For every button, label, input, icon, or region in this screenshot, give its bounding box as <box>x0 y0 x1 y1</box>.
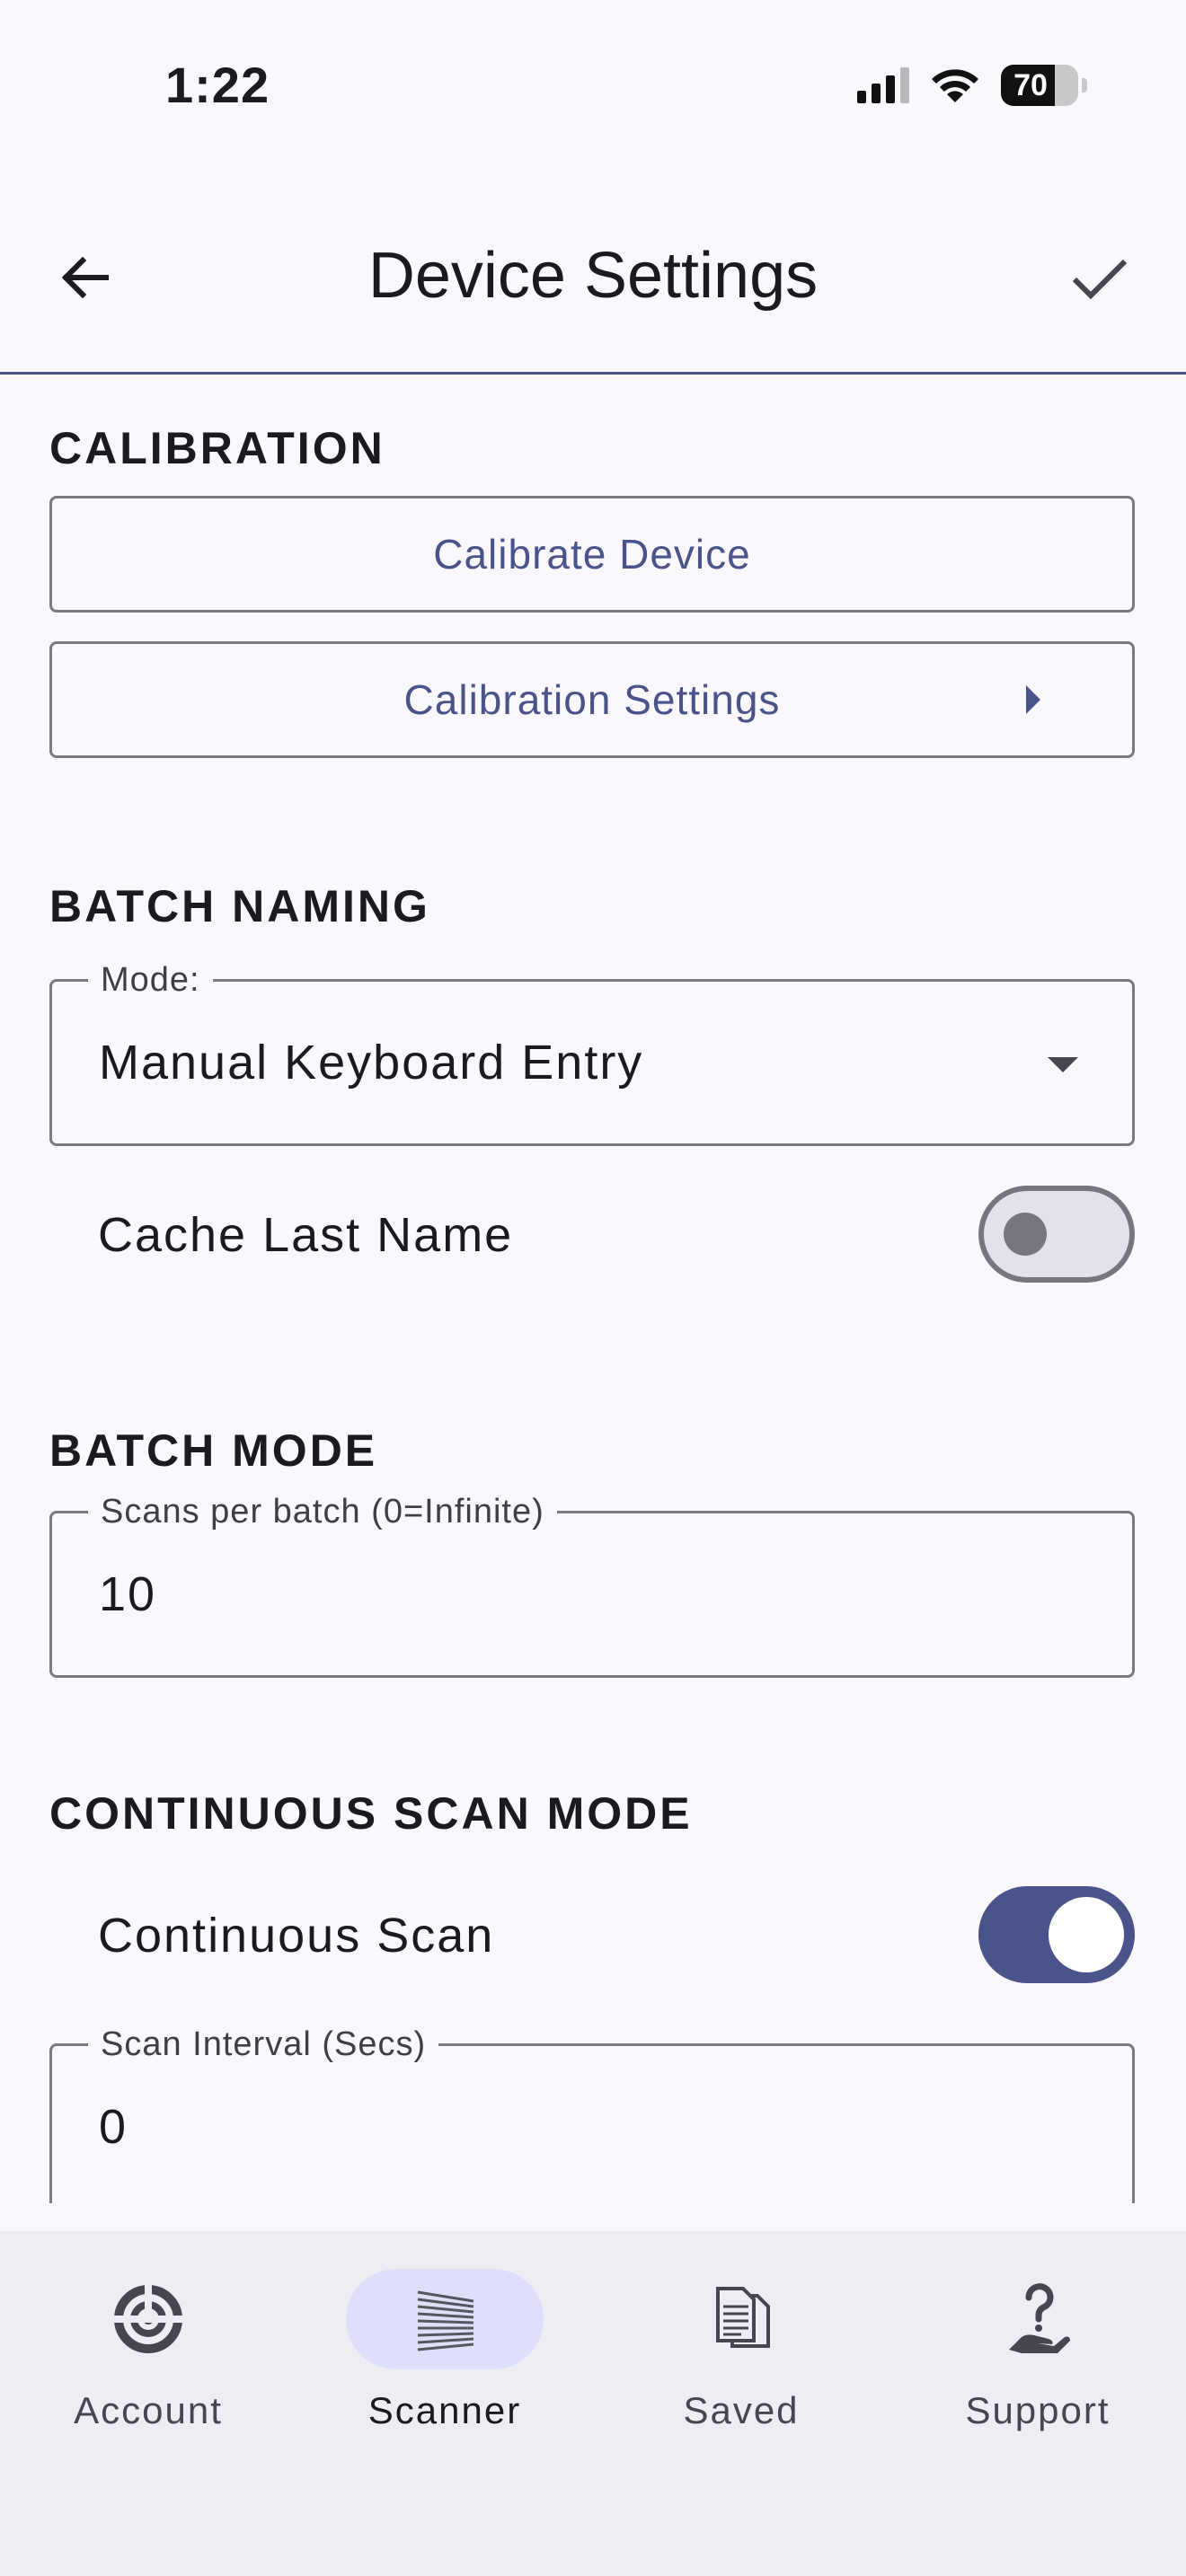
documents-icon <box>716 2287 770 2348</box>
nav-label-scanner: Scanner <box>367 2389 522 2431</box>
scans-per-batch-value[interactable]: 10 <box>99 1513 156 1675</box>
calibration-settings-label: Calibration Settings <box>403 676 781 723</box>
section-header-batch-mode: BATCH MODE <box>49 1425 378 1476</box>
scan-interval-field[interactable]: Scan Interval (Secs) 0 <box>49 2025 1135 2203</box>
cache-last-name-row: Cache Last Name <box>49 1186 1135 1284</box>
scans-per-batch-field[interactable]: Scans per batch (0=Infinite) 10 <box>49 1492 1135 1678</box>
cellular-signal-icon <box>857 67 909 103</box>
calibration-settings-button[interactable]: Calibration Settings <box>49 641 1135 758</box>
battery-icon: 70 <box>1001 65 1078 106</box>
help-hand-icon <box>1009 2283 1070 2353</box>
scans-per-batch-label: Scans per batch (0=Infinite) <box>88 1492 557 1531</box>
calibrate-device-label: Calibrate Device <box>433 531 751 578</box>
continuous-scan-label: Continuous Scan <box>98 1909 495 1963</box>
calibrate-device-button[interactable]: Calibrate Device <box>49 496 1135 613</box>
target-icon <box>112 2283 184 2353</box>
nav-label-saved: Saved <box>683 2389 800 2431</box>
battery-cap <box>1082 78 1087 93</box>
status-time: 1:22 <box>165 57 270 113</box>
dropdown-arrow-icon <box>1048 1057 1078 1072</box>
nav-label-support: Support <box>965 2389 1111 2431</box>
section-header-batch-naming: BATCH NAMING <box>49 881 430 931</box>
settings-content[interactable]: CALIBRATION Calibrate Device Calibration… <box>0 375 1186 2203</box>
cache-last-name-toggle[interactable] <box>978 1186 1135 1283</box>
nav-item-account[interactable]: Account <box>0 2269 296 2448</box>
status-bar: 1:22 70 <box>0 0 1186 171</box>
wifi-icon <box>932 69 978 102</box>
toggle-knob <box>1049 1897 1124 1972</box>
mode-dropdown[interactable]: Mode: Manual Keyboard Entry <box>49 960 1135 1146</box>
app-bar: Device Settings <box>0 171 1186 375</box>
status-icons: 70 <box>857 65 1087 106</box>
nav-item-support[interactable]: Support <box>890 2269 1186 2448</box>
chevron-right-icon <box>1026 685 1040 714</box>
page-title: Device Settings <box>367 240 819 312</box>
toggle-knob <box>1004 1213 1047 1256</box>
cache-last-name-label: Cache Last Name <box>98 1208 514 1262</box>
scan-interval-value[interactable]: 0 <box>99 2046 128 2203</box>
scanner-beam-icon <box>417 2290 474 2351</box>
nav-item-scanner[interactable]: Scanner <box>296 2269 593 2448</box>
bottom-navigation: Account Scanner Saved Support <box>0 2231 1186 2576</box>
continuous-scan-toggle[interactable] <box>978 1886 1135 1983</box>
nav-item-saved[interactable]: Saved <box>593 2269 890 2448</box>
continuous-scan-row: Continuous Scan <box>49 1886 1135 1985</box>
check-icon[interactable] <box>1067 246 1130 309</box>
battery-level: 70 <box>1013 68 1048 102</box>
nav-label-account: Account <box>74 2389 223 2431</box>
section-header-calibration: CALIBRATION <box>49 423 385 473</box>
mode-value: Manual Keyboard Entry <box>99 1036 644 1090</box>
scan-interval-label: Scan Interval (Secs) <box>88 2025 439 2064</box>
section-header-continuous-scan: CONTINUOUS SCAN MODE <box>49 1788 693 1839</box>
